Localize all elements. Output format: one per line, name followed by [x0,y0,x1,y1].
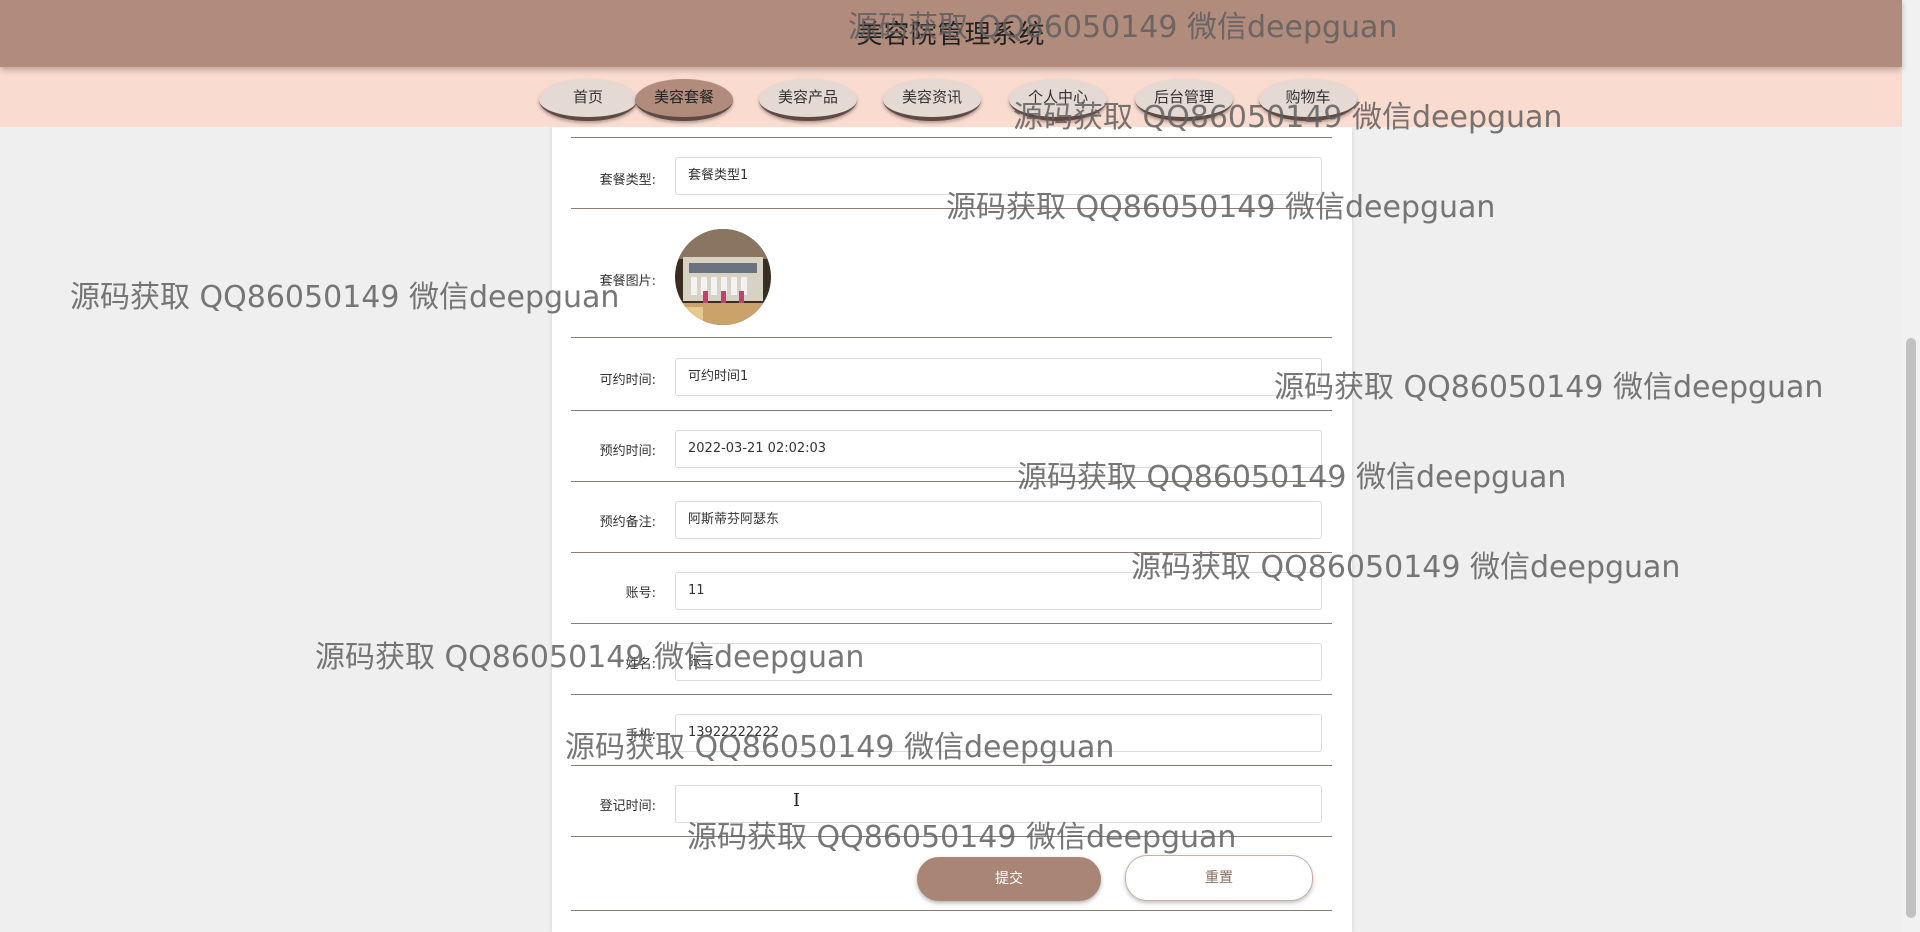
package-image[interactable] [675,229,771,325]
app-title: 美容院管理系统 [856,20,1046,50]
submit-button[interactable]: 提交 [917,857,1101,901]
nav-item-personal-center[interactable]: 个人中心 [1009,79,1107,121]
scrollbar-thumb[interactable] [1906,338,1916,918]
label-available-time: 可约时间: [599,373,656,388]
row-phone: 手机: 13922222222 [571,709,1332,766]
row-name: 姓名: 张三 [571,638,1332,695]
account-field[interactable]: 11 [675,572,1322,610]
name-field[interactable]: 张三 [675,643,1322,681]
package-type-field[interactable]: 套餐类型1 [675,157,1322,195]
nav-item-beauty-packages[interactable]: 美容套餐 [635,79,733,121]
phone-field[interactable]: 13922222222 [675,714,1322,752]
label-booking-note: 预约备注: [599,515,656,530]
register-time-field[interactable] [675,785,1322,823]
page-scrollbar[interactable] [1902,0,1920,932]
label-name: 姓名: [625,657,656,672]
label-register-time: 登记时间: [599,799,656,814]
reset-button[interactable]: 重置 [1125,855,1313,901]
text-cursor-icon: Ⅰ [793,790,801,811]
label-account: 账号: [625,586,656,601]
label-package-image: 套餐图片: [599,274,656,289]
available-time-field[interactable]: 可约时间1 [675,358,1322,396]
form-bottom-divider [571,910,1332,911]
label-package-type: 套餐类型: [599,173,656,188]
app-header: 美容院管理系统 [0,0,1902,67]
row-account: 账号: 11 [571,567,1332,624]
booking-note-field[interactable]: 阿斯蒂芬阿瑟东 [675,501,1322,539]
row-package-image: 套餐图片: [571,226,1332,338]
watermark-text: 源码获取 QQ86050149 微信deepguan [1274,370,1824,405]
label-phone: 手机: [625,728,656,743]
row-booking-time: 预约时间: 2022-03-21 02:02:03 [571,425,1332,482]
row-package-type: 套餐类型: 套餐类型1 [571,153,1332,209]
watermark-text: 源码获取 QQ86050149 微信deepguan [70,280,620,315]
main-nav: 首页 美容套餐 美容产品 美容资讯 个人中心 后台管理 购物车 [0,67,1902,127]
package-image-graphic [675,229,771,325]
nav-item-beauty-news[interactable]: 美容资讯 [883,79,981,121]
row-booking-note: 预约备注: 阿斯蒂芬阿瑟东 [571,496,1332,553]
booking-time-field[interactable]: 2022-03-21 02:02:03 [675,430,1322,468]
row-available-time: 可约时间: 可约时间1 [571,353,1332,411]
nav-item-admin[interactable]: 后台管理 [1135,79,1233,121]
row-register-time: 登记时间: [571,780,1332,837]
form-top-divider [571,137,1332,138]
nav-item-home[interactable]: 首页 [539,79,637,121]
nav-item-beauty-products[interactable]: 美容产品 [759,79,857,121]
nav-item-cart[interactable]: 购物车 [1259,79,1357,121]
label-booking-time: 预约时间: [599,444,656,459]
